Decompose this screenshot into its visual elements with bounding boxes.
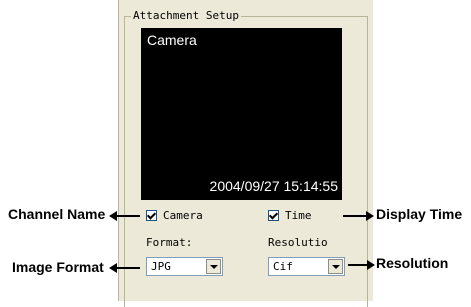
- resolution-dropdown-button[interactable]: [328, 259, 343, 274]
- camera-preview: Camera 2004/09/27 15:14:55: [141, 28, 342, 200]
- callout-channel-name: Channel Name: [8, 206, 106, 222]
- preview-channel-text: Camera: [147, 32, 197, 48]
- camera-checkbox[interactable]: Camera: [146, 208, 203, 222]
- checkbox-checked-icon: [146, 209, 157, 221]
- arrow-left-icon: [109, 263, 140, 273]
- format-select[interactable]: JPG: [146, 257, 223, 276]
- time-checkbox[interactable]: Time: [268, 208, 312, 222]
- dropdown-arrow-icon: [332, 265, 340, 269]
- checkbox-checked-icon: [268, 209, 279, 221]
- dropdown-arrow-icon: [210, 265, 218, 269]
- format-dropdown-button[interactable]: [206, 259, 221, 274]
- callout-display-time: Display Time: [376, 206, 463, 222]
- callout-resolution: Resolution: [376, 255, 449, 271]
- preview-timestamp: 2004/09/27 15:14:55: [209, 178, 338, 194]
- format-select-value: JPG: [151, 260, 171, 273]
- arrow-left-icon: [109, 211, 140, 221]
- resolution-select-value: Cif: [273, 260, 293, 273]
- arrow-right-icon: [343, 211, 374, 221]
- resolution-label: Resolutio: [268, 236, 328, 249]
- format-label: Format:: [146, 236, 193, 249]
- time-checkbox-label: Time: [285, 208, 312, 222]
- resolution-select[interactable]: Cif: [268, 257, 345, 276]
- callout-image-format: Image Format: [12, 259, 104, 275]
- camera-checkbox-label: Camera: [163, 208, 203, 222]
- groupbox-title: Attachment Setup: [131, 9, 241, 22]
- arrow-right-icon: [348, 260, 375, 270]
